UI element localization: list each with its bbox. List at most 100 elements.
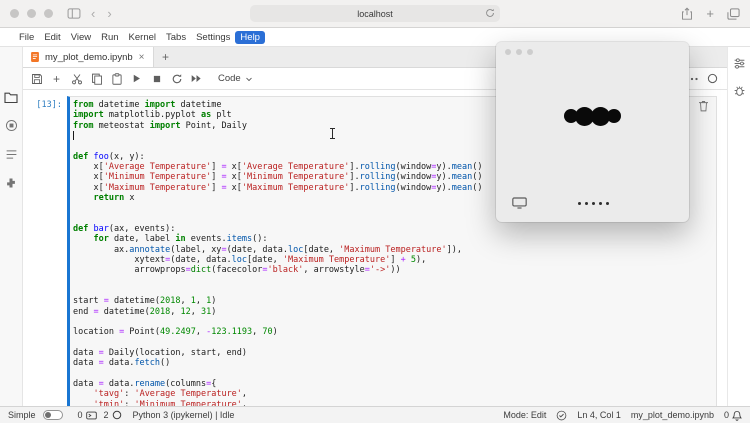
property-inspector-icon[interactable]	[733, 57, 746, 70]
terminals-count[interactable]: 0	[78, 410, 97, 420]
sidebar-toggle-icon[interactable]	[67, 8, 81, 19]
menu-item-edit[interactable]: Edit	[39, 31, 65, 44]
notebook-tab[interactable]: my_plot_demo.ipynb ×	[23, 47, 154, 67]
code-line[interactable]: data = data.rename(columns={	[73, 379, 713, 389]
code-line[interactable]	[73, 286, 713, 296]
run-cell-icon[interactable]	[128, 71, 145, 87]
code-line[interactable]	[73, 338, 713, 348]
mode-indicator: Mode: Edit	[503, 410, 546, 420]
kernel-icon	[112, 410, 122, 420]
url-text: localhost	[357, 9, 393, 19]
code-line[interactable]: end = datetime(2018, 12, 31)	[73, 307, 713, 317]
mouse-cursor-ibeam	[329, 128, 336, 139]
cell-type-dropdown[interactable]: Code	[214, 72, 257, 85]
delete-cell-icon[interactable]	[698, 100, 709, 112]
code-line[interactable]: ax.annotate(label, xy=(date, data.loc[da…	[73, 245, 713, 255]
table-of-contents-icon[interactable]	[5, 148, 18, 161]
checkmark-icon	[556, 410, 567, 421]
code-line[interactable]: def bar(ax, events):	[73, 224, 713, 234]
file-browser-icon[interactable]	[4, 91, 18, 103]
pager-dot	[578, 202, 581, 205]
code-line[interactable]: 'tavg': 'Average Temperature',	[73, 389, 713, 399]
code-line[interactable]: 'tmin': 'Minimum Temperature',	[73, 400, 713, 406]
restart-kernel-icon[interactable]	[168, 71, 185, 87]
cursor-position[interactable]: Ln 4, Col 1	[577, 410, 621, 420]
browser-actions: +	[681, 7, 740, 20]
code-line[interactable]: arrowprops=dict(facecolor='black', arrow…	[73, 265, 713, 275]
window-zoom-button[interactable]	[44, 9, 53, 18]
running-sessions-icon[interactable]	[5, 119, 18, 132]
refresh-icon[interactable]	[485, 8, 495, 18]
screen: ‹ › localhost + File Edit View Run Kerne…	[0, 0, 750, 423]
overlay-panel[interactable]	[496, 42, 689, 222]
tab-overview-icon[interactable]	[727, 8, 740, 20]
save-icon[interactable]	[28, 71, 45, 87]
window-minimize-button[interactable]	[27, 9, 36, 18]
notebook-file-icon	[30, 51, 40, 63]
code-line[interactable]: location = Point(49.2497, -123.1193, 70)	[73, 327, 713, 337]
copy-cell-icon[interactable]	[88, 71, 105, 87]
cell-type-value: Code	[218, 73, 241, 84]
browser-titlebar: ‹ › localhost +	[0, 0, 750, 28]
pager-dot	[585, 202, 588, 205]
bell-icon	[732, 410, 742, 421]
extensions-icon[interactable]	[5, 177, 17, 189]
terminal-icon	[86, 411, 97, 420]
toolbar-right	[686, 73, 722, 84]
code-line[interactable]: data = data.fetch()	[73, 358, 713, 368]
overlay-window-dot	[516, 49, 522, 55]
pager-dot	[592, 202, 595, 205]
new-launcher-button[interactable]: +	[154, 47, 178, 67]
simple-mode-label: Simple	[8, 410, 36, 420]
tab-close-icon[interactable]: ×	[138, 52, 146, 63]
menu-item-help[interactable]: Help	[235, 31, 265, 44]
kernels-count-value: 2	[104, 410, 109, 420]
code-line[interactable]: xytext=(date, data.loc[date, 'Maximum Te…	[73, 255, 713, 265]
debugger-icon[interactable]	[733, 84, 746, 97]
display-icon	[512, 197, 527, 209]
kernels-count[interactable]: 2	[104, 410, 122, 420]
overlay-window-dot	[505, 49, 511, 55]
code-line[interactable]: for date, label in events.items():	[73, 234, 713, 244]
browser-forward-button[interactable]: ›	[105, 7, 113, 20]
kernel-status-icon[interactable]	[707, 73, 718, 84]
code-line[interactable]: data = Daily(location, start, end)	[73, 348, 713, 358]
restart-run-all-icon[interactable]	[188, 71, 205, 87]
pager-dot	[599, 202, 602, 205]
notifications-status[interactable]: 0	[724, 410, 742, 421]
cut-cell-icon[interactable]	[68, 71, 85, 87]
overlay-footer	[512, 197, 673, 209]
menu-item-settings[interactable]: Settings	[191, 31, 235, 44]
menu-item-tabs[interactable]: Tabs	[161, 31, 191, 44]
overlay-window-controls	[505, 49, 533, 55]
notifications-count: 0	[724, 410, 729, 420]
browser-back-button[interactable]: ‹	[89, 7, 97, 20]
code-line[interactable]	[73, 276, 713, 286]
cell-execution-prompt: [13]:	[23, 96, 67, 406]
code-line[interactable]: start = datetime(2018, 1, 1)	[73, 296, 713, 306]
new-tab-icon[interactable]: +	[706, 7, 714, 20]
simple-mode-toggle[interactable]	[43, 410, 63, 420]
menu-item-kernel[interactable]: Kernel	[124, 31, 161, 44]
code-line[interactable]	[73, 317, 713, 327]
tab-title: my_plot_demo.ipynb	[45, 52, 133, 63]
menu-item-view[interactable]: View	[66, 31, 96, 44]
menu-item-file[interactable]: File	[14, 31, 39, 44]
interrupt-kernel-icon[interactable]	[148, 71, 165, 87]
window-close-button[interactable]	[10, 9, 19, 18]
status-bar-right: Mode: Edit Ln 4, Col 1 my_plot_demo.ipyn…	[503, 410, 742, 421]
pager-dot	[606, 202, 609, 205]
text-caret	[73, 131, 74, 140]
menu-item-run[interactable]: Run	[96, 31, 123, 44]
loading-dot	[607, 109, 621, 123]
share-icon[interactable]	[681, 7, 693, 20]
insert-cell-icon[interactable]: +	[48, 71, 65, 87]
paste-cell-icon[interactable]	[108, 71, 125, 87]
kernel-status-text[interactable]: Python 3 (ipykernel) | Idle	[133, 410, 235, 420]
code-line[interactable]	[73, 369, 713, 379]
overlay-window-dot	[527, 49, 533, 55]
address-bar[interactable]: localhost	[250, 5, 500, 22]
right-activity-bar	[727, 47, 750, 406]
left-activity-bar	[0, 47, 23, 406]
terminals-count-value: 0	[78, 410, 83, 420]
